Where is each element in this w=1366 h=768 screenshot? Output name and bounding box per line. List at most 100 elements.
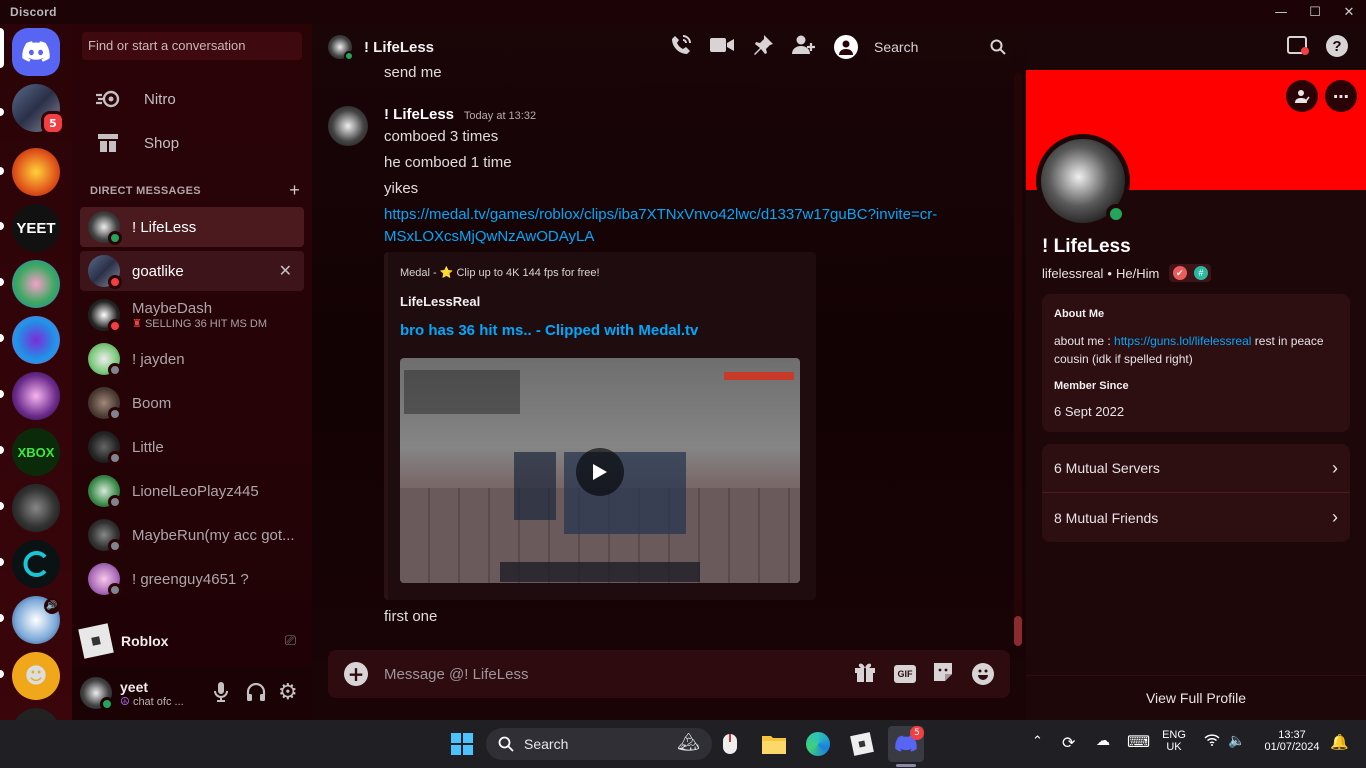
windows-start-icon[interactable] — [446, 728, 478, 760]
roblox-taskbar-icon[interactable] — [846, 728, 878, 760]
attach-plus-icon[interactable]: + — [344, 662, 368, 686]
maximize-button[interactable]: ☐ — [1298, 0, 1332, 24]
dm-item[interactable]: MaybeDash ♜ SELLING 36 HIT MS DM — [80, 295, 304, 335]
avatar — [88, 519, 122, 553]
nitro-icon — [92, 89, 124, 109]
taskbar-search[interactable]: Search 🏔 — [486, 728, 712, 760]
headset-icon[interactable] — [246, 682, 266, 705]
close-dm-icon[interactable]: ✕ — [279, 261, 292, 281]
dm-item[interactable]: MaybeRun(my acc got... — [80, 515, 304, 555]
mutual-servers-row[interactable]: 6 Mutual Servers › — [1042, 444, 1350, 493]
screen-share-icon[interactable]: ⎚ — [285, 633, 296, 649]
discord-taskbar-icon[interactable]: 5 — [888, 726, 924, 762]
emoji-icon[interactable] — [972, 663, 994, 685]
create-dm-button[interactable]: + — [289, 180, 300, 201]
mouse-app-icon[interactable] — [714, 728, 746, 760]
mutual-friends-row[interactable]: 8 Mutual Friends › — [1042, 493, 1350, 542]
user-avatar[interactable] — [80, 677, 114, 711]
message-text: yikes — [384, 180, 419, 197]
volume-icon[interactable]: 🔈 — [1228, 733, 1245, 749]
notification-bell-icon[interactable]: 🔔 — [1330, 733, 1349, 751]
server-icon-9[interactable] — [12, 540, 60, 588]
hypesquad-badge-icon[interactable]: ✔ — [1172, 266, 1187, 280]
shop-icon — [92, 133, 124, 153]
inbox-icon[interactable] — [1287, 36, 1309, 60]
voice-call-icon[interactable] — [670, 34, 692, 61]
server-icon-2[interactable] — [12, 148, 60, 196]
title-bar: Discord — ☐ ✕ — [0, 0, 1366, 24]
server-icon-6[interactable] — [12, 372, 60, 420]
message-link[interactable]: MSxLOXcsMjQwNzAwODAyLA — [384, 228, 594, 245]
avatar — [88, 387, 122, 421]
minimize-button[interactable]: — — [1264, 0, 1298, 24]
server-icon-12[interactable] — [12, 708, 60, 720]
keyboard-icon[interactable]: ⌨ — [1127, 732, 1150, 751]
user-profile-toggle-icon[interactable] — [834, 35, 858, 59]
dm-item[interactable]: ! LifeLess — [80, 207, 304, 247]
clock[interactable]: 13:37 01/07/2024 — [1256, 729, 1328, 753]
nitro-nav[interactable]: Nitro — [80, 78, 304, 120]
dm-item[interactable]: goatlike ✕ — [80, 251, 304, 291]
roblox-icon — [78, 623, 114, 659]
status-offline-icon — [108, 583, 122, 597]
video-call-icon[interactable] — [710, 37, 734, 57]
update-icon[interactable]: ⟳ — [1062, 733, 1075, 752]
language-indicator[interactable]: ENG UK — [1156, 729, 1192, 753]
more-options-icon[interactable]: ⋯ — [1325, 80, 1357, 112]
search-highlight-icon: 🏔 — [677, 732, 700, 753]
server-icon-5[interactable] — [12, 316, 60, 364]
dm-item[interactable]: Little — [80, 427, 304, 467]
channel-avatar — [328, 35, 354, 61]
dm-item[interactable]: LionelLeoPlayz445 — [80, 471, 304, 511]
find-conversation-input[interactable]: Find or start a conversation — [82, 32, 302, 60]
avatar — [88, 255, 122, 289]
gif-icon[interactable]: GIF — [894, 665, 916, 683]
server-icon-yeet[interactable]: YEET — [12, 204, 60, 252]
pin-icon[interactable] — [752, 34, 774, 60]
embed-title[interactable]: bro has 36 hit ms.. - Clipped with Medal… — [400, 322, 698, 339]
armor-panel — [514, 452, 556, 520]
profile-avatar[interactable] — [1036, 134, 1130, 228]
settings-gear-icon[interactable]: ⚙ — [278, 680, 298, 705]
chevron-up-icon[interactable]: ⌃ — [1032, 734, 1043, 749]
server-icon-8[interactable] — [12, 484, 60, 532]
shop-nav[interactable]: Shop — [80, 122, 304, 164]
search-input[interactable]: Search — [868, 33, 1012, 61]
chat-scrollbar[interactable] — [1014, 72, 1022, 646]
wifi-icon[interactable] — [1204, 734, 1220, 750]
close-window-button[interactable]: ✕ — [1332, 0, 1366, 24]
message-avatar[interactable] — [328, 106, 368, 146]
status-offline-icon — [108, 407, 122, 421]
status-online-icon — [100, 697, 114, 711]
sticker-icon[interactable] — [932, 661, 954, 687]
help-icon[interactable]: ? — [1326, 35, 1348, 57]
file-explorer-icon[interactable] — [758, 728, 790, 760]
activity-panel: Roblox ⎚ — [72, 616, 312, 666]
gift-icon[interactable] — [854, 661, 876, 687]
video-thumbnail[interactable] — [400, 358, 800, 583]
hashtag-badge-icon[interactable]: # — [1193, 266, 1208, 280]
message-author[interactable]: ! LifeLess — [384, 106, 454, 123]
dm-item[interactable]: ! greenguy4651 ? — [80, 559, 304, 599]
view-full-profile-button[interactable]: View Full Profile — [1026, 675, 1366, 720]
server-icon-xbox[interactable]: XBOX — [12, 428, 60, 476]
about-link[interactable]: https://guns.lol/lifelessreal — [1114, 334, 1251, 348]
message-input[interactable]: Message @! LifeLess — [384, 666, 854, 683]
home-button[interactable] — [12, 28, 60, 76]
friend-icon[interactable] — [1286, 80, 1318, 112]
dm-item[interactable]: Boom — [80, 383, 304, 423]
message-link[interactable]: https://medal.tv/games/roblox/clips/iba7… — [384, 206, 937, 223]
server-icon-4[interactable] — [12, 260, 60, 308]
add-friends-icon[interactable] — [792, 34, 816, 60]
about-text: about me : https://guns.lol/lifelessreal… — [1054, 334, 1324, 366]
status-dnd-icon — [108, 275, 122, 289]
play-icon[interactable] — [576, 448, 624, 496]
status-offline-icon — [108, 495, 122, 509]
mic-icon[interactable] — [214, 682, 228, 706]
edge-browser-icon[interactable] — [802, 728, 834, 760]
cloud-icon[interactable]: ☁ — [1096, 733, 1110, 749]
channel-title: ! LifeLess — [364, 38, 435, 56]
embed-author[interactable]: LifeLessReal — [400, 294, 480, 309]
dm-item[interactable]: ! jayden — [80, 339, 304, 379]
server-icon-11[interactable]: ☻ — [12, 652, 60, 700]
